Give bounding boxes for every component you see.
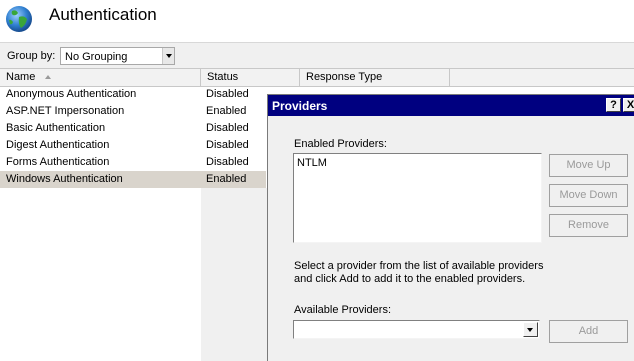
list-item[interactable]: Forms Authentication Disabled xyxy=(0,154,266,171)
add-button[interactable]: Add xyxy=(549,320,628,343)
move-down-button[interactable]: Move Down xyxy=(549,184,628,207)
list-item[interactable]: Anonymous Authentication Disabled xyxy=(0,86,266,103)
chevron-down-icon[interactable] xyxy=(162,48,174,64)
item-status: Disabled xyxy=(206,139,249,151)
list-item-selected[interactable]: Windows Authentication Enabled xyxy=(0,171,266,188)
remove-button[interactable]: Remove xyxy=(549,214,628,237)
group-by-select[interactable]: No Grouping xyxy=(60,47,175,65)
item-status: Enabled xyxy=(206,173,247,185)
item-name: Windows Authentication xyxy=(6,173,123,185)
list-header: Name Status Response Type xyxy=(0,68,634,87)
item-name: Basic Authentication xyxy=(6,122,106,134)
page-title: Authentication xyxy=(49,5,157,24)
item-name: Anonymous Authentication xyxy=(6,88,137,100)
column-header-status[interactable]: Status xyxy=(201,69,300,86)
column-header-name-label: Name xyxy=(6,71,36,83)
item-status: Disabled xyxy=(206,88,249,100)
available-providers-label: Available Providers: xyxy=(294,304,392,316)
available-providers-select[interactable] xyxy=(293,320,540,339)
column-header-response-type-label: Response Type xyxy=(306,71,383,83)
item-status: Enabled xyxy=(206,105,247,117)
close-button[interactable]: X xyxy=(623,98,634,112)
group-by-label: Group by: xyxy=(7,50,56,62)
enabled-providers-label: Enabled Providers: xyxy=(294,138,387,150)
group-by-bar: Group by: No Grouping xyxy=(0,42,634,69)
move-up-button[interactable]: Move Up xyxy=(549,154,628,177)
dialog-title: Providers xyxy=(272,99,328,113)
list-empty-area xyxy=(0,188,201,361)
item-name: Digest Authentication xyxy=(6,139,110,151)
instructions-text: Select a provider from the list of avail… xyxy=(294,260,544,272)
chevron-down-icon[interactable] xyxy=(523,322,538,337)
column-header-response-type[interactable]: Response Type xyxy=(300,69,450,86)
list-item[interactable]: NTLM xyxy=(297,157,327,169)
column-header-status-label: Status xyxy=(207,71,239,83)
help-button[interactable]: ? xyxy=(606,98,621,112)
item-status: Disabled xyxy=(206,156,249,168)
item-name: ASP.NET Impersonation xyxy=(6,105,125,117)
sort-ascending-icon xyxy=(45,75,52,80)
instructions-text: and click Add to add it to the enabled p… xyxy=(294,273,526,285)
group-by-value: No Grouping xyxy=(65,51,128,63)
item-status: Disabled xyxy=(206,122,249,134)
page-header: Authentication xyxy=(0,0,634,42)
list-item[interactable]: Digest Authentication Disabled xyxy=(0,137,266,154)
dialog-titlebar[interactable]: Providers ? X xyxy=(268,95,634,116)
enabled-providers-list[interactable]: NTLM xyxy=(293,153,542,243)
item-name: Forms Authentication xyxy=(6,156,110,168)
column-header-name[interactable]: Name xyxy=(0,69,201,86)
providers-dialog: Providers ? X Enabled Providers: NTLM Mo… xyxy=(267,94,634,361)
list-item[interactable]: ASP.NET Impersonation Enabled xyxy=(0,103,266,120)
globe-icon xyxy=(6,6,32,32)
list-item[interactable]: Basic Authentication Disabled xyxy=(0,120,266,137)
list-empty-area-status xyxy=(201,188,267,361)
